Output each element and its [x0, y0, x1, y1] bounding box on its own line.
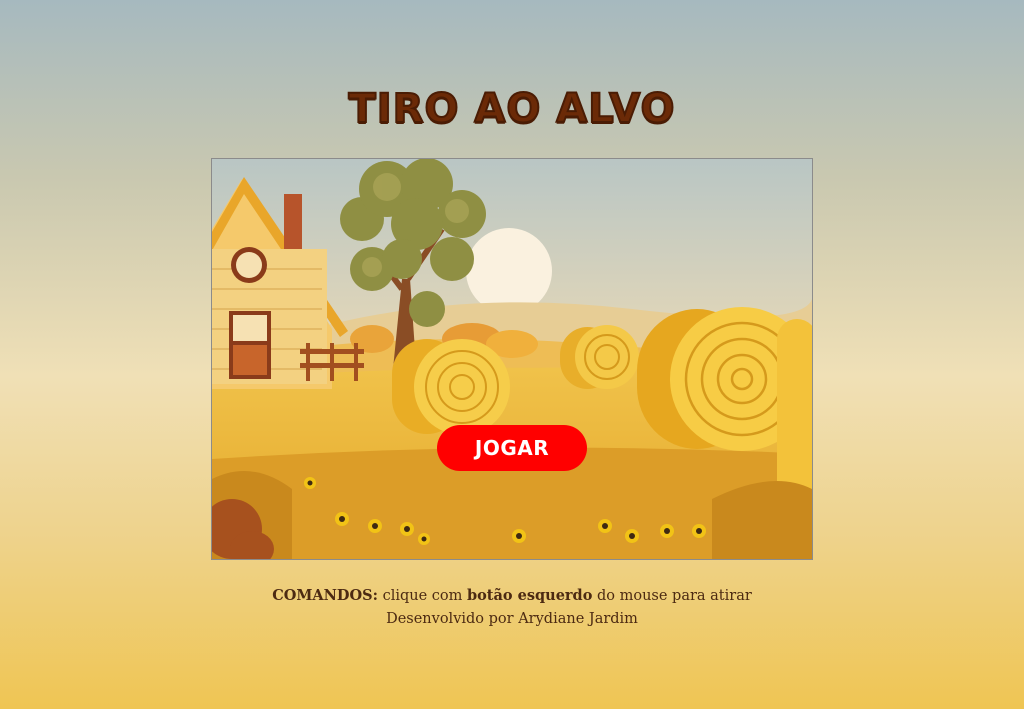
commands-bold: botão esquerdo: [467, 587, 593, 604]
play-button[interactable]: JOGAR: [437, 425, 587, 471]
farm-scene-illustration: [212, 159, 812, 559]
commands-label: COMANDOS:: [272, 587, 378, 604]
instructions: COMANDOS: clique com botão esquerdo do m…: [0, 584, 1024, 631]
commands-line: COMANDOS: clique com botão esquerdo do m…: [272, 587, 752, 604]
page-title: TIRO AO ALVO: [348, 85, 676, 133]
game-canvas[interactable]: JOGAR: [211, 158, 813, 560]
hay-bale-left: [392, 339, 510, 435]
credits: Desenvolvido por Arydiane Jardim: [386, 611, 638, 627]
hay-bale-small: [560, 325, 639, 389]
